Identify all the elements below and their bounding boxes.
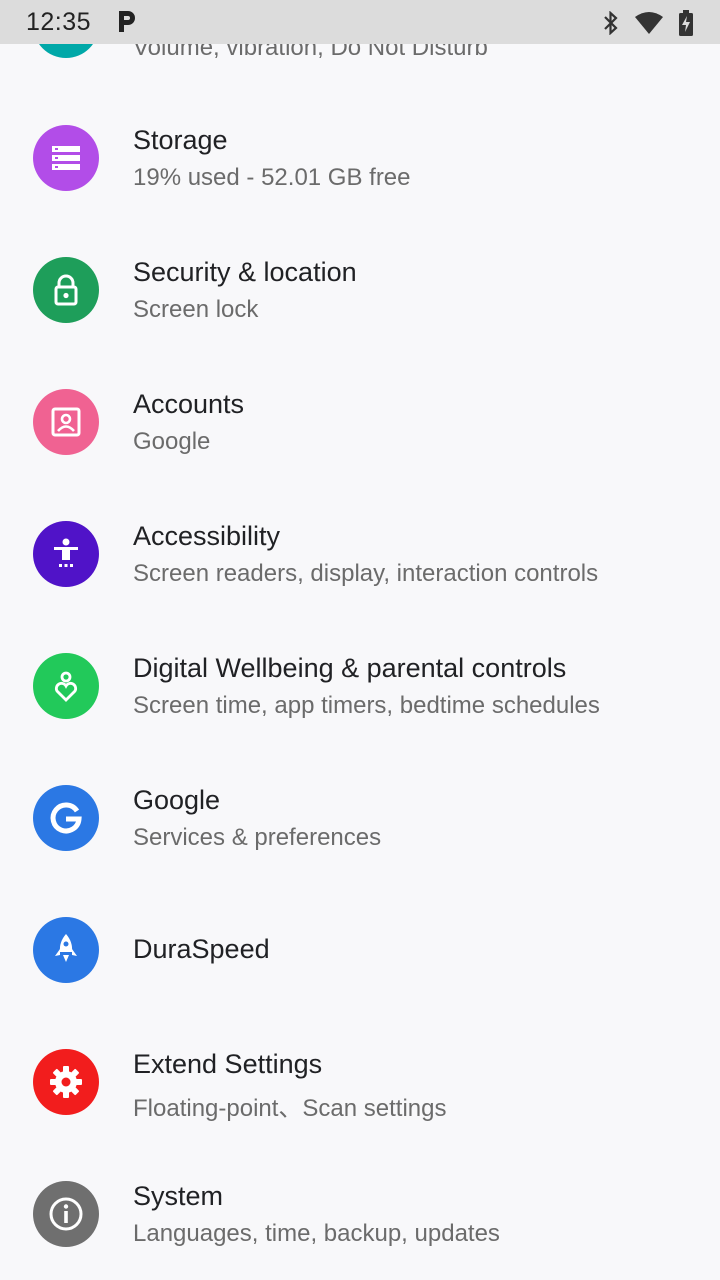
settings-item-storage[interactable]: Storage 19% used - 52.01 GB free — [0, 92, 720, 224]
settings-item-title: Accounts — [133, 389, 245, 419]
settings-item-subtitle: Services & preferences — [133, 824, 382, 851]
status-time: 12:35 — [26, 8, 92, 36]
settings-item-title: Security & location — [133, 257, 357, 287]
status-bar: 12:35 — [0, 0, 720, 44]
settings-item-title: Google — [133, 785, 221, 815]
settings-item-subtitle: Screen time, app timers, bedtime schedul… — [133, 692, 600, 719]
settings-item-google[interactable]: Google Services & preferences — [0, 752, 720, 884]
lock-icon — [33, 257, 99, 323]
settings-item-security[interactable]: Security & location Screen lock — [0, 224, 720, 356]
settings-item-title: Digital Wellbeing & parental controls — [133, 653, 567, 683]
settings-item-system[interactable]: System Languages, time, backup, updates — [0, 1148, 720, 1280]
bluetooth-icon — [604, 11, 618, 35]
google-g-icon — [33, 785, 99, 851]
rocket-icon — [33, 917, 99, 983]
settings-item-subtitle: Google — [133, 428, 211, 455]
settings-item-subtitle: Screen lock — [133, 296, 259, 323]
wellbeing-heart-icon — [33, 653, 99, 719]
account-box-icon — [33, 389, 99, 455]
settings-item-title: System — [133, 1181, 224, 1211]
info-icon — [33, 1181, 99, 1247]
settings-item-subtitle: Screen readers, display, interaction con… — [133, 560, 599, 587]
parking-p-icon — [119, 11, 135, 32]
settings-item-title: DuraSpeed — [133, 934, 270, 964]
settings-item-extend-settings[interactable]: Extend Settings Floating-point、Scan sett… — [0, 1016, 720, 1148]
settings-item-title: Extend Settings — [133, 1049, 323, 1079]
settings-item-title: Storage — [133, 125, 228, 155]
settings-item-subtitle: Languages, time, backup, updates — [133, 1220, 500, 1247]
wifi-icon — [635, 12, 663, 34]
gear-icon — [33, 1049, 99, 1115]
accessibility-icon — [33, 521, 99, 587]
settings-item-accounts[interactable]: Accounts Google — [0, 356, 720, 488]
settings-item-digital-wellbeing[interactable]: Digital Wellbeing & parental controls Sc… — [0, 620, 720, 752]
settings-item-title: Accessibility — [133, 521, 281, 551]
settings-item-duraspeed[interactable]: DuraSpeed — [0, 884, 720, 1016]
settings-item-subtitle: Floating-point、Scan settings — [133, 1095, 447, 1122]
settings-item-subtitle: 19% used - 52.01 GB free — [133, 164, 411, 191]
settings-item-accessibility[interactable]: Accessibility Screen readers, display, i… — [0, 488, 720, 620]
battery-charging-icon — [679, 10, 693, 36]
storage-icon — [33, 125, 99, 191]
